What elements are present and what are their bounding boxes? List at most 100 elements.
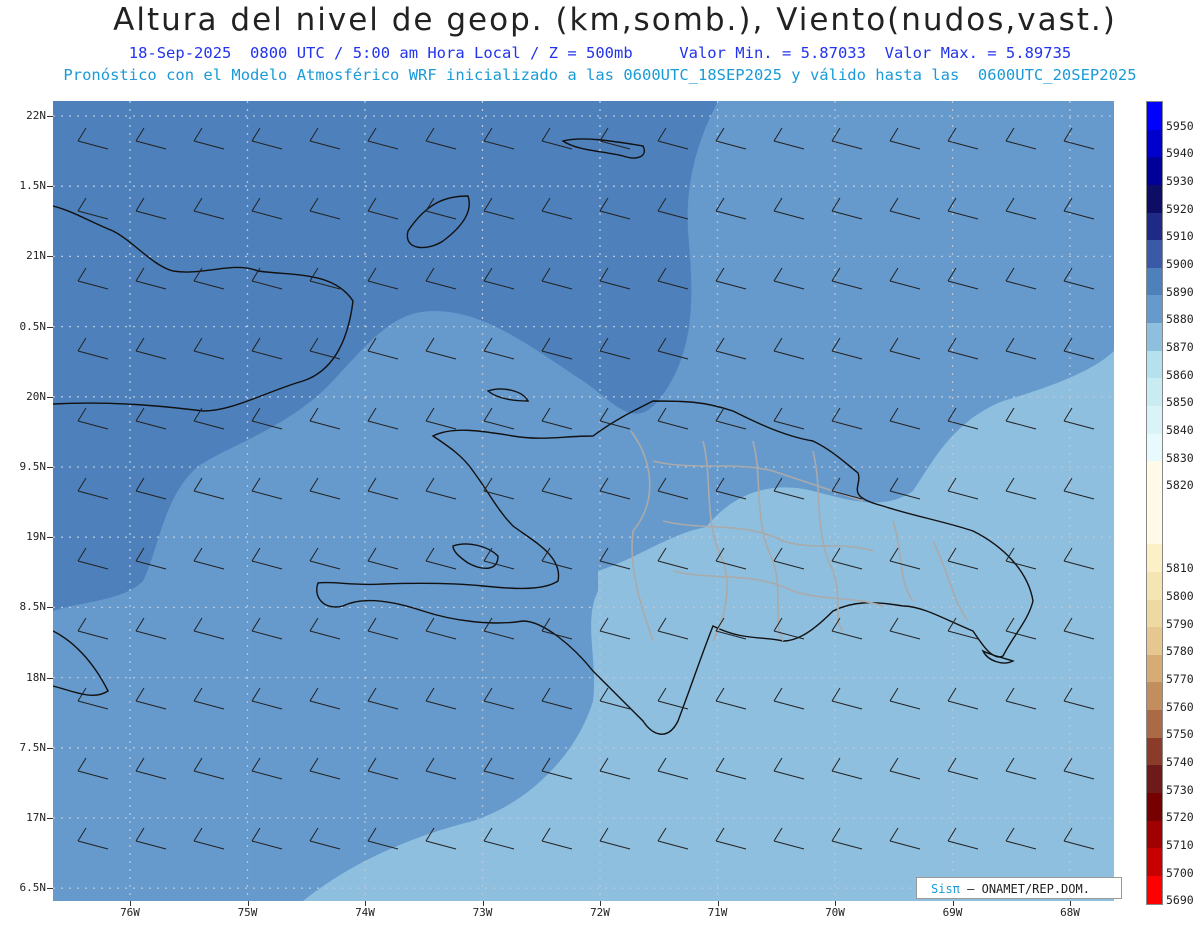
colorbar-label: 5720 — [1166, 810, 1194, 825]
lat-label: 17N — [26, 811, 46, 824]
lon-tick — [1070, 901, 1071, 906]
lon-tick — [952, 901, 954, 906]
colorbar-swatch — [1147, 323, 1162, 351]
colorbar-swatch — [1147, 267, 1162, 296]
colorbar-swatch — [1147, 571, 1162, 600]
lat-tick — [47, 818, 53, 819]
lon-label: 72W — [590, 906, 610, 919]
colorbar-label: 5950 — [1166, 118, 1194, 133]
colorbar-label: 5880 — [1166, 312, 1194, 327]
colorbar-label: 5870 — [1166, 340, 1194, 355]
colorbar-label: 5910 — [1166, 229, 1194, 244]
lon-tick — [130, 901, 131, 906]
map-canvas — [53, 101, 1114, 901]
colorbar-label: 5700 — [1166, 865, 1194, 880]
lon-label: 71W — [707, 906, 728, 919]
lon-tick — [600, 901, 601, 906]
colorbar-swatch — [1147, 378, 1162, 407]
lat-tick — [47, 186, 53, 188]
colorbar-swatch — [1147, 184, 1162, 213]
colorbar-label: 5900 — [1166, 257, 1194, 272]
lat-label: 7.5N — [19, 740, 47, 754]
colorbar-swatch — [1147, 875, 1162, 904]
lon-label: 73W — [472, 906, 493, 919]
colorbar-swatch — [1147, 793, 1162, 821]
lat-tick — [47, 256, 53, 258]
colorbar-swatch — [1147, 627, 1162, 655]
lat-label: 18N — [26, 670, 46, 684]
colorbar-label: 5810 — [1166, 561, 1194, 576]
lat-tick — [47, 537, 53, 539]
colorbar-swatch — [1147, 820, 1162, 849]
colorbar-swatch — [1147, 240, 1162, 268]
lat-label: 1.5N — [19, 179, 47, 193]
lon-tick — [482, 901, 484, 906]
colorbar-swatch — [1147, 406, 1162, 434]
colorbar-label: 5750 — [1166, 727, 1194, 742]
colorbar-swatch — [1147, 350, 1162, 379]
lon-tick — [717, 901, 719, 906]
colorbar-label: 5770 — [1166, 671, 1194, 686]
colorbar-swatch — [1147, 710, 1162, 738]
lat-tick — [47, 607, 53, 609]
model-info-line: Pronóstico con el Modelo Atmosférico WRF… — [63, 66, 1137, 84]
colorbar-label: 5920 — [1166, 201, 1194, 216]
colorbar-swatch — [1147, 461, 1162, 545]
colorbar-label: 5780 — [1166, 644, 1194, 659]
lon-tick — [835, 901, 836, 906]
colorbar-label: 5890 — [1166, 284, 1194, 299]
colorbar-swatch — [1147, 848, 1162, 876]
color-scale-bar — [1146, 101, 1163, 905]
lat-label: 9.5N — [19, 460, 47, 473]
colorbar-swatch — [1147, 654, 1162, 683]
colorbar-label: 5860 — [1166, 367, 1194, 382]
colorbar-label: 5790 — [1166, 616, 1194, 631]
colorbar-swatch — [1147, 599, 1162, 628]
lat-tick — [47, 467, 53, 468]
lat-tick — [47, 888, 53, 890]
colorbar-swatch — [1147, 212, 1162, 241]
colorbar-label: 5840 — [1166, 423, 1194, 438]
colorbar-label: 5850 — [1166, 395, 1194, 410]
run-info-line: 18-Sep-2025 0800 UTC / 5:00 am Hora Loca… — [128, 44, 1072, 62]
colorbar-swatch — [1147, 102, 1162, 130]
colorbar-swatch — [1147, 544, 1162, 572]
lon-label: 76W — [120, 906, 140, 919]
lat-label: 8.5N — [19, 600, 47, 614]
lat-tick — [47, 116, 53, 117]
colorbar-swatch — [1147, 433, 1162, 462]
colorbar-label: 5740 — [1166, 754, 1194, 769]
lon-label: 70W — [825, 906, 845, 919]
lat-tick — [47, 747, 53, 749]
sispi-logo-text: Sisπ — [931, 882, 960, 896]
colorbar-label: 5940 — [1166, 146, 1194, 161]
lat-label: 0.5N — [19, 319, 47, 333]
colorbar-label: 5730 — [1166, 782, 1194, 797]
colorbar-swatch — [1147, 682, 1162, 711]
colorbar-label: 5930 — [1166, 174, 1194, 189]
colorbar-label: 5710 — [1166, 837, 1194, 852]
lon-label: 69W — [942, 906, 963, 919]
lat-label: 6.5N — [19, 881, 47, 895]
colorbar-label: 5800 — [1166, 588, 1194, 603]
colorbar-swatch — [1147, 129, 1162, 158]
lat-label: 22N — [26, 109, 46, 122]
forecast-map[interactable] — [53, 101, 1114, 901]
colorbar-label: 5820 — [1166, 478, 1194, 493]
colorbar-label: 5830 — [1166, 450, 1194, 465]
colorbar-label: 5690 — [1166, 893, 1194, 908]
lon-label: 75W — [237, 906, 258, 919]
lon-tick — [365, 901, 366, 906]
lat-label: 21N — [26, 249, 46, 263]
colorbar-swatch — [1147, 295, 1162, 324]
colorbar-swatch — [1147, 157, 1162, 185]
colorbar-swatch — [1147, 765, 1162, 794]
lon-label: 68W — [1060, 906, 1080, 919]
map-title: Altura del nivel de geop. (km,somb.), Vi… — [113, 2, 1117, 38]
lon-label: 74W — [355, 906, 375, 919]
lon-tick — [247, 901, 249, 906]
credit-text: – ONAMET/REP.DOM. — [967, 882, 1090, 896]
lat-tick — [47, 677, 53, 679]
colorbar-swatch — [1147, 737, 1162, 766]
lat-label: 19N — [26, 530, 46, 544]
